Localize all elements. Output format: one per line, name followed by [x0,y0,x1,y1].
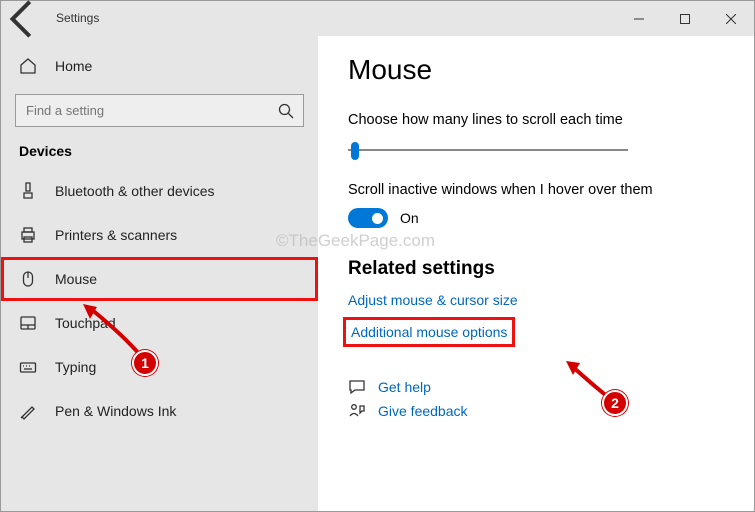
hover-scroll-toggle[interactable] [348,208,388,228]
sidebar-item-touchpad[interactable]: Touchpad [1,301,318,345]
sidebar-item-label: Bluetooth & other devices [55,183,215,199]
slider-thumb[interactable] [351,142,359,160]
give-feedback-link[interactable]: Give feedback [378,403,468,419]
chat-icon [348,378,366,396]
main-content: Mouse Choose how many lines to scroll ea… [318,36,754,511]
touchpad-icon [19,314,37,332]
bluetooth-icon [19,182,37,200]
home-nav[interactable]: Home [1,44,318,88]
search-box[interactable] [15,94,304,127]
window-title: Settings [56,1,99,36]
sidebar-item-bluetooth[interactable]: Bluetooth & other devices [1,169,318,213]
sidebar-item-typing[interactable]: Typing [1,345,318,389]
mouse-icon [19,270,37,288]
sidebar-item-label: Mouse [55,271,97,287]
annotation-badge-1: 1 [132,350,158,376]
sidebar-item-label: Typing [55,359,96,375]
sidebar-item-label: Pen & Windows Ink [55,403,176,419]
toggle-state-label: On [400,210,419,226]
additional-mouse-options-link[interactable]: Additional mouse options [348,322,510,342]
annotation-badge-2: 2 [602,390,628,416]
sidebar-item-pen[interactable]: Pen & Windows Ink [1,389,318,433]
scroll-lines-label: Choose how many lines to scroll each tim… [348,112,726,128]
sidebar-item-label: Touchpad [55,315,116,331]
search-icon [277,102,295,120]
get-help-link[interactable]: Get help [378,379,431,395]
related-settings-heading: Related settings [348,258,726,280]
printer-icon [19,226,37,244]
keyboard-icon [19,358,37,376]
sidebar-item-mouse[interactable]: Mouse [1,257,318,301]
home-label: Home [55,58,92,74]
adjust-mouse-link[interactable]: Adjust mouse & cursor size [348,292,518,308]
sidebar-item-printers[interactable]: Printers & scanners [1,213,318,257]
section-heading: Devices [1,137,318,169]
scroll-lines-slider[interactable] [348,138,628,162]
get-help-row[interactable]: Get help [348,378,726,396]
close-button[interactable] [708,1,754,36]
search-input[interactable] [24,102,277,119]
feedback-icon [348,402,366,420]
titlebar [1,1,754,36]
page-title: Mouse [348,54,726,86]
maximize-button[interactable] [662,1,708,36]
feedback-row[interactable]: Give feedback [348,402,726,420]
toggle-knob [372,213,383,224]
slider-track [348,149,628,151]
home-icon [19,57,37,75]
sidebar-item-label: Printers & scanners [55,227,177,243]
back-button[interactable] [1,1,47,36]
sidebar: Home Devices Bluetooth & other devices P… [1,36,318,511]
minimize-button[interactable] [616,1,662,36]
hover-scroll-label: Scroll inactive windows when I hover ove… [348,182,726,198]
pen-icon [19,402,37,420]
